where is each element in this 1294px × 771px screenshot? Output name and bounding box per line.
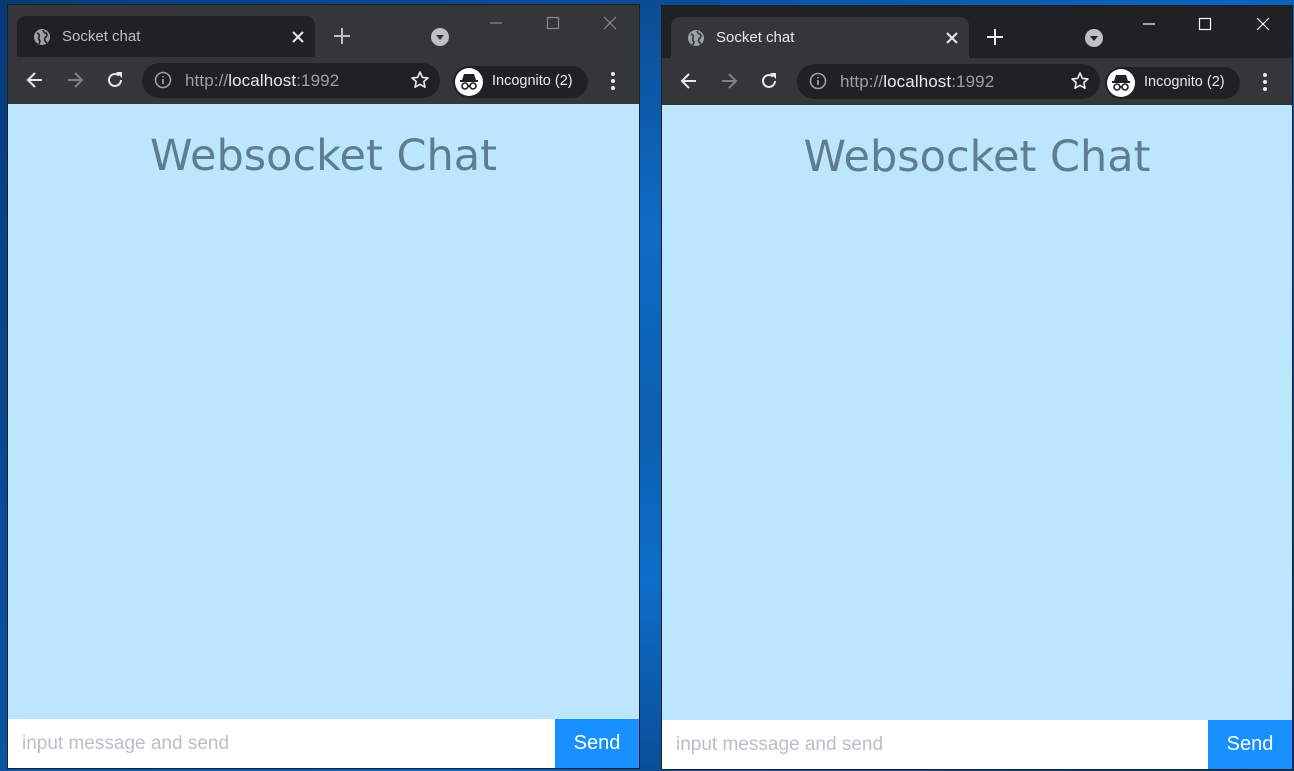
browser-tab[interactable]: Socket chat <box>17 16 315 57</box>
browser-toolbar: http://localhost:1992 Incognito (2) <box>662 58 1292 105</box>
url-text: http://localhost:1992 <box>840 72 994 92</box>
page-viewport: Websocket Chat Send <box>662 105 1292 769</box>
url-text: http://localhost:1992 <box>185 71 339 91</box>
plus-icon[interactable] <box>331 25 353 47</box>
tab-title: Socket chat <box>62 28 141 45</box>
close-icon[interactable] <box>289 28 307 46</box>
globe-icon <box>687 29 705 47</box>
address-bar[interactable]: http://localhost:1992 <box>797 64 1100 99</box>
tab-title: Socket chat <box>716 29 795 46</box>
message-composer: Send <box>662 720 1292 769</box>
kebab-menu-icon[interactable] <box>603 70 623 92</box>
minimize-icon[interactable] <box>486 13 506 33</box>
arrow-left-icon[interactable] <box>678 70 700 92</box>
url-host: localhost <box>883 72 952 91</box>
close-window-icon[interactable] <box>1253 14 1273 34</box>
title-bar[interactable]: Socket chat <box>8 5 639 57</box>
page-title: Websocket Chat <box>803 132 1151 182</box>
url-port: :1992 <box>296 71 340 90</box>
minimize-icon[interactable] <box>1139 14 1159 34</box>
incognito-icon <box>455 68 483 96</box>
browser-toolbar: http://localhost:1992 Incognito (2) <box>8 57 639 104</box>
info-icon[interactable] <box>809 72 827 90</box>
browser-tab[interactable]: Socket chat <box>671 17 969 58</box>
url-scheme: http:// <box>185 71 229 90</box>
send-button[interactable]: Send <box>1208 720 1292 769</box>
url-host: localhost <box>228 71 297 90</box>
arrow-right-icon[interactable] <box>718 70 740 92</box>
incognito-icon <box>1107 69 1135 97</box>
incognito-label: Incognito (2) <box>1144 74 1225 90</box>
incognito-profile-button[interactable]: Incognito (2) <box>1105 67 1240 99</box>
kebab-menu-icon[interactable] <box>1255 71 1275 93</box>
reload-icon[interactable] <box>104 69 126 91</box>
close-window-icon[interactable] <box>600 13 620 33</box>
message-input[interactable] <box>662 720 1208 769</box>
chevron-down-circle-icon[interactable] <box>1084 28 1104 48</box>
chevron-down-circle-icon[interactable] <box>430 27 450 47</box>
plus-icon[interactable] <box>984 26 1006 48</box>
address-bar[interactable]: http://localhost:1992 <box>142 63 440 98</box>
arrow-right-icon[interactable] <box>64 69 86 91</box>
incognito-label: Incognito (2) <box>492 73 573 89</box>
send-button[interactable]: Send <box>555 719 639 768</box>
reload-icon[interactable] <box>758 70 780 92</box>
close-icon[interactable] <box>943 29 961 47</box>
globe-icon <box>33 28 51 46</box>
browser-window-right: Socket chat http://localhost:1992 Incogn… <box>662 6 1292 769</box>
incognito-profile-button[interactable]: Incognito (2) <box>453 66 588 98</box>
page-title: Websocket Chat <box>150 131 497 181</box>
maximize-icon[interactable] <box>543 13 563 33</box>
page-viewport: Websocket Chat Send <box>8 104 639 768</box>
info-icon[interactable] <box>154 71 172 89</box>
arrow-left-icon[interactable] <box>24 69 46 91</box>
title-bar[interactable]: Socket chat <box>662 6 1292 58</box>
url-port: :1992 <box>951 72 995 91</box>
message-input[interactable] <box>8 719 555 768</box>
maximize-icon[interactable] <box>1195 14 1215 34</box>
browser-window-left: Socket chat http://localhost:1992 Incogn… <box>8 5 639 768</box>
star-icon[interactable] <box>1070 71 1090 91</box>
message-composer: Send <box>8 719 639 768</box>
url-scheme: http:// <box>840 72 884 91</box>
star-icon[interactable] <box>410 70 430 90</box>
